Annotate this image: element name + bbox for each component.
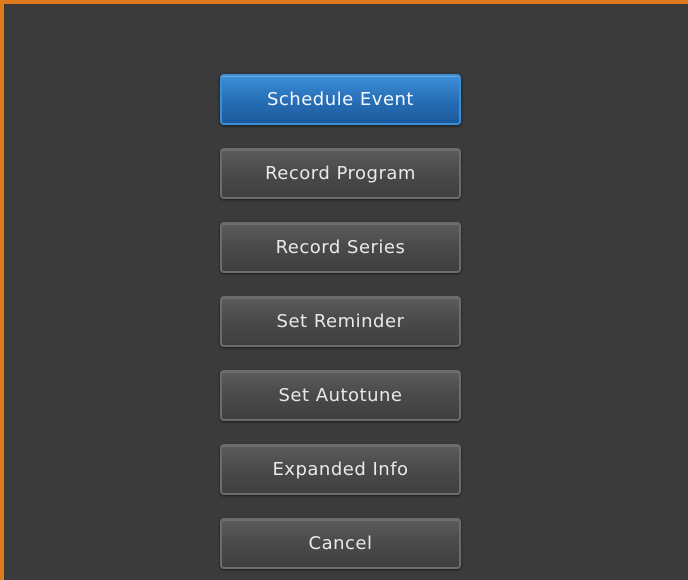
set-autotune-button[interactable]: Set Autotune: [220, 370, 461, 421]
set-reminder-button[interactable]: Set Reminder: [220, 296, 461, 347]
cancel-button[interactable]: Cancel: [220, 518, 461, 569]
options-dialog: Schedule Event Record Program Record Ser…: [0, 0, 688, 580]
record-series-button[interactable]: Record Series: [220, 222, 461, 273]
schedule-event-button[interactable]: Schedule Event: [220, 74, 461, 125]
expanded-info-button[interactable]: Expanded Info: [220, 444, 461, 495]
record-program-button[interactable]: Record Program: [220, 148, 461, 199]
